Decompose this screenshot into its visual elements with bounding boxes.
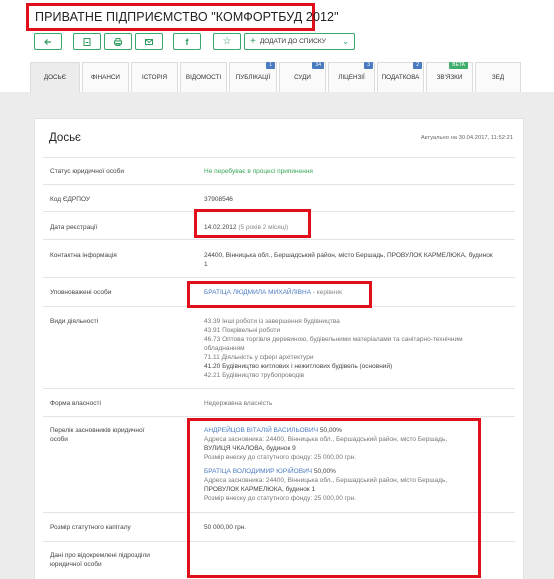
mail-button[interactable] [135,33,163,50]
tab-tax[interactable]: ПОДАТКОВА 2 [377,62,424,92]
tab-records[interactable]: ВІДОМОСТІ [180,62,227,92]
capital-label: Розмір статутного капіталу [50,524,131,531]
tab-label: ЗЕД [491,74,505,81]
ownership-label: Форма власності [50,400,101,407]
pdf-button[interactable] [73,33,101,50]
plus-icon: + [250,36,256,47]
edrpou-value: 37908546 [204,196,233,203]
count-badge: 2 [413,62,422,69]
status-value: Не перебуває в процесі припинення [204,168,313,175]
founders-label: Перелік засновників юридичної [50,427,145,434]
company-title-box: ПРИВАТНЕ ПІДПРИЄМСТВО "КОМФОРТБУД 2012" [26,3,339,31]
tab-label: ЗВ'ЯЗКИ [436,74,463,81]
highlight-box [187,418,481,578]
contact-line-2: 1 [204,261,208,268]
beta-badge: beta [449,62,468,69]
count-badge: 1 [266,62,275,69]
add-to-list-label: ДОДАТИ ДО СПИСКУ [259,38,326,45]
print-button[interactable] [104,33,132,50]
tab-label: ПУБЛІКАЦІЇ [235,74,271,81]
contact-label: Контактна інформація [50,252,117,259]
tab-courts[interactable]: СУДИ 34 [279,62,326,92]
highlight-box [187,281,372,308]
back-icon [44,38,51,45]
tab-label: ІСТОРІЯ [141,74,168,81]
activity-item: 43.91 Покрівельні роботи [204,327,281,334]
facebook-button[interactable]: f [173,33,201,50]
tab-label: СУДИ [294,74,311,81]
edrpou-label: Код ЄДРПОУ [50,196,90,203]
founders-label: особи [50,436,68,443]
divider [43,239,515,240]
print-icon [114,37,122,46]
divider [43,416,515,417]
tab-licenses[interactable]: ЛІЦЕНЗІЇ 3 [328,62,375,92]
tab-label: ВІДОМОСТІ [185,74,222,81]
back-button[interactable] [34,33,62,50]
facebook-icon: f [185,36,189,47]
tab-connections[interactable]: ЗВ'ЯЗКИ beta [426,62,473,92]
tab-label: ДОСЬЄ [43,74,67,81]
activity-label: Види діяльності [50,318,99,325]
updated-timestamp: Актуально на 30.04.2017, 11:52:21 [420,135,513,141]
toolbar: f ☆ + ДОДАТИ ДО СПИСКУ ⌄ [34,33,355,51]
registration-label: Дата реєстрації [50,224,98,231]
chevron-down-icon: ⌄ [342,37,349,46]
activity-item: обладнанням [204,345,245,352]
contact-line-1: 24400, Вінницька обл., Бершадський район… [204,252,493,259]
divider [43,277,515,278]
tab-label: ПОДАТКОВА [381,74,420,81]
tab-label: ЛІЦЕНЗІЇ [338,74,365,81]
ownership-value: Недержавна власність [204,400,273,407]
add-to-list-dropdown[interactable]: + ДОДАТИ ДО СПИСКУ ⌄ [244,33,355,50]
star-icon: ☆ [222,36,232,47]
divider [43,157,515,158]
divider [43,388,515,389]
tab-foreign-trade[interactable]: ЗЕД [475,62,521,92]
status-label: Статус юридичної особи [50,168,125,175]
branches-label: юридичної особи [50,561,102,568]
authorized-label: Уповноважені особи [50,289,112,296]
activity-item: 46.73 Оптова торгівля деревиною, будівел… [204,336,463,343]
activity-item: 42.21 Будівництво трубопроводів [204,372,305,379]
tab-history[interactable]: ІСТОРІЯ [131,62,178,92]
mail-icon [145,38,153,45]
branches-label: Дані про відокремлені підрозділи [50,552,150,559]
divider [43,184,515,185]
favorite-button[interactable]: ☆ [213,33,241,50]
activity-item-primary: 41.20 Будівництво житлових і нежитлових … [204,363,393,370]
tab-bar: ДОСЬЄ ФІНАНСИ ІСТОРІЯ ВІДОМОСТІ ПУБЛІКАЦ… [30,62,523,92]
dossier-heading: Досьє [49,132,81,144]
count-badge: 3 [364,62,373,69]
tab-finance[interactable]: ФІНАНСИ [82,62,129,92]
pdf-icon [83,37,91,46]
highlight-box [194,209,311,238]
company-title: ПРИВАТНЕ ПІДПРИЄМСТВО "КОМФОРТБУД 2012" [35,10,339,24]
activity-item: 43.39 Інші роботи із завершення будівниц… [204,318,340,325]
tab-label: ФІНАНСИ [91,74,120,81]
tab-dossier[interactable]: ДОСЬЄ [30,62,80,92]
tab-publications[interactable]: ПУБЛІКАЦІЇ 1 [229,62,277,92]
count-badge: 34 [312,62,324,69]
activity-item: 71.11 Діяльність у сфері архітектури [204,354,314,361]
